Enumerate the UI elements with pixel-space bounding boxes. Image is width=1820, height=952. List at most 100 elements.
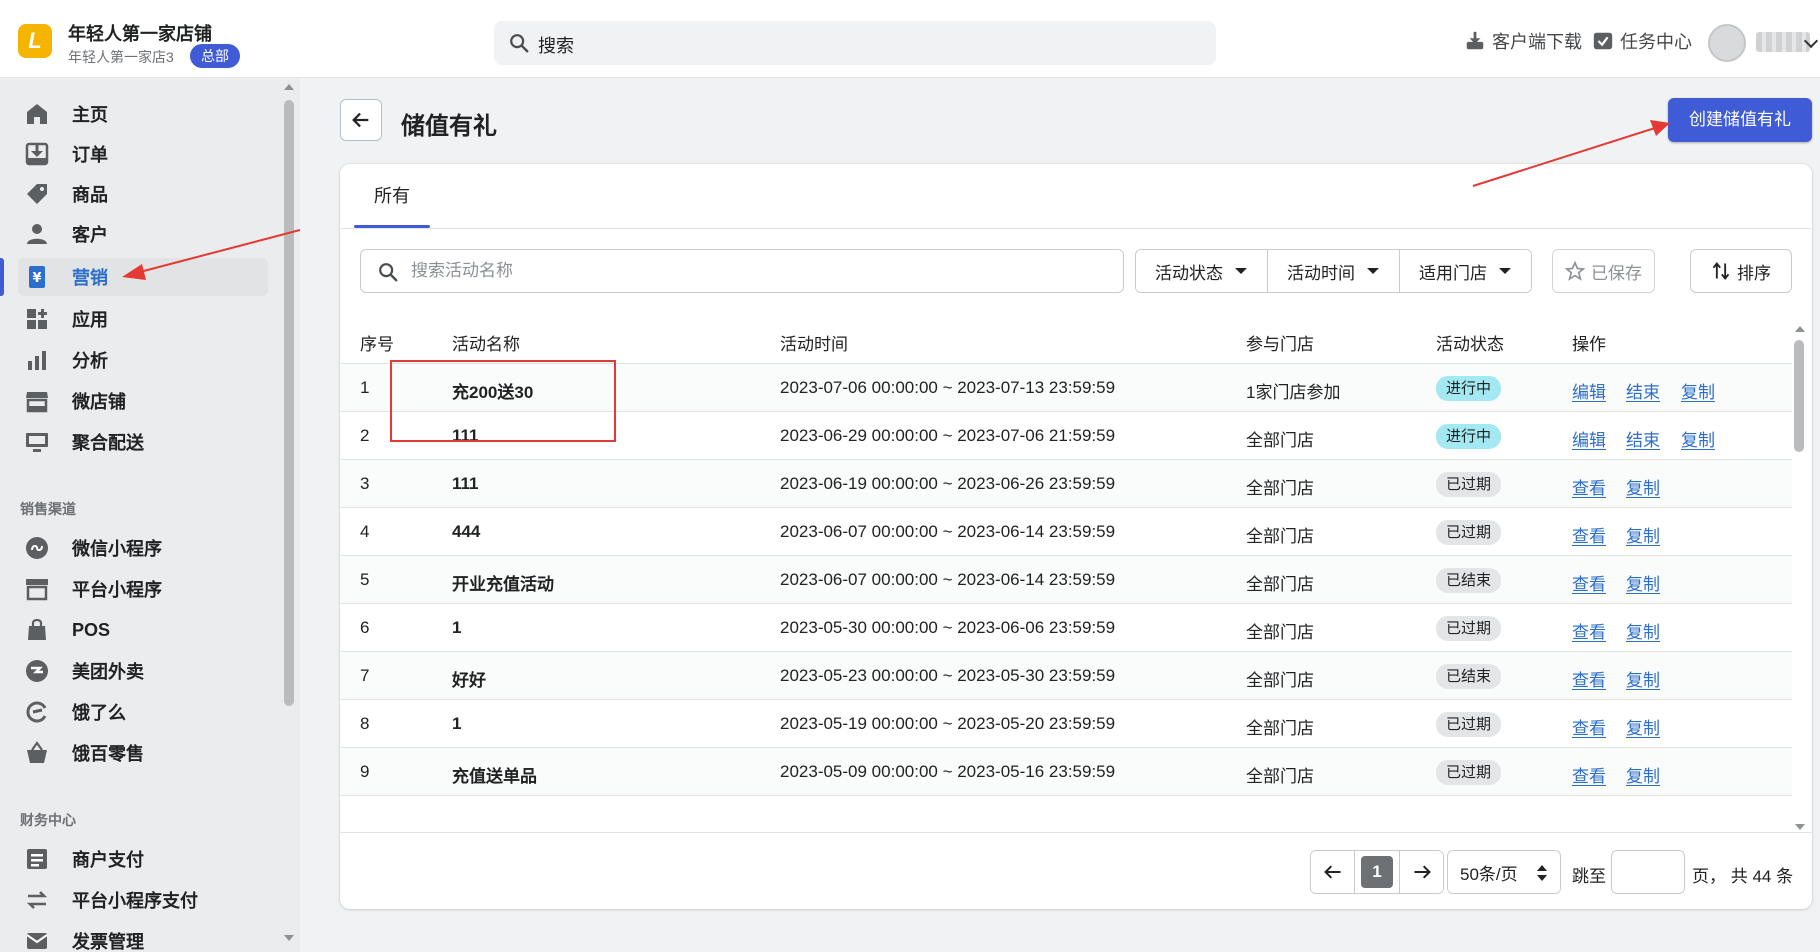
per-page-value: 50条/页 <box>1460 864 1518 884</box>
top-bar: L 年轻人第一家店铺 年轻人第一家店3 总部 搜索 客户端下载 任务中心 <box>0 0 1820 78</box>
sidebar-item-orders[interactable]: 订单 <box>18 135 268 173</box>
copy-link[interactable]: 复制 <box>1626 762 1660 787</box>
sidebar-scroll-thumb[interactable] <box>284 100 294 706</box>
view-link[interactable]: 查看 <box>1572 522 1606 547</box>
filter-label: 活动状态 <box>1155 263 1223 283</box>
scroll-down-arrow-icon[interactable] <box>284 935 294 941</box>
sidebar-item-wechat-miniapp[interactable]: 微信小程序 <box>18 529 268 567</box>
sidebar-item-platform-pay[interactable]: 平台小程序支付 <box>18 881 268 919</box>
caret-down-icon <box>1499 268 1511 274</box>
invoice-icon <box>24 928 50 952</box>
edit-link[interactable]: 编辑 <box>1572 378 1606 403</box>
view-link[interactable]: 查看 <box>1572 666 1606 691</box>
sidebar-item-meituan[interactable]: 美团外卖 <box>18 652 268 690</box>
activity-search-input[interactable] <box>411 258 1101 284</box>
sidebar-item-customers[interactable]: 客户 <box>18 215 268 253</box>
svg-text:¥: ¥ <box>32 271 41 286</box>
sidebar-item-store[interactable]: 微店铺 <box>18 382 268 420</box>
home-icon <box>24 101 50 127</box>
tab-all[interactable]: 所有 <box>354 164 430 228</box>
task-center-link[interactable]: 任务中心 <box>1592 28 1692 54</box>
row-store: 全部门店 <box>1246 623 1314 642</box>
status-badge: 已结束 <box>1436 664 1502 689</box>
per-page-select[interactable]: 50条/页 <box>1447 850 1561 894</box>
row-store: 1家门店参加 <box>1246 383 1341 402</box>
page-title: 储值有礼 <box>401 113 497 140</box>
copy-link[interactable]: 复制 <box>1681 426 1715 451</box>
end-link[interactable]: 结束 <box>1626 378 1660 403</box>
edit-link[interactable]: 编辑 <box>1572 426 1606 451</box>
jump-to-page-input[interactable] <box>1611 850 1685 894</box>
sidebar-item-analytics[interactable]: 分析 <box>18 341 268 379</box>
copy-link[interactable]: 复制 <box>1626 618 1660 643</box>
active-nav-indicator <box>0 258 4 296</box>
sort-label: 排序 <box>1737 263 1771 283</box>
platform-miniapp-icon <box>24 576 50 602</box>
view-link[interactable]: 查看 <box>1572 714 1606 739</box>
view-link[interactable]: 查看 <box>1572 618 1606 643</box>
row-name: 1 <box>452 618 462 637</box>
view-link[interactable]: 查看 <box>1572 762 1606 787</box>
filter-status-button[interactable]: 活动状态 <box>1136 250 1268 292</box>
app-logo[interactable]: L <box>18 24 52 58</box>
column-header-status: 活动状态 <box>1436 335 1504 354</box>
end-link[interactable]: 结束 <box>1626 426 1660 451</box>
current-page-button[interactable]: 1 <box>1361 856 1393 888</box>
prev-page-button[interactable] <box>1311 851 1355 893</box>
sidebar-item-marketing[interactable]: ¥ 营销 <box>18 258 268 296</box>
sidebar-item-merchant-pay[interactable]: 商户支付 <box>18 840 268 878</box>
saved-button[interactable]: 已保存 <box>1552 249 1655 293</box>
sidebar-item-products[interactable]: 商品 <box>18 175 268 213</box>
next-page-button[interactable] <box>1399 851 1443 893</box>
sidebar-item-label: 饿百零售 <box>72 744 144 764</box>
copy-link[interactable]: 复制 <box>1626 474 1660 499</box>
row-no: 3 <box>360 474 370 493</box>
sales-channels-title: 销售渠道 <box>20 501 76 517</box>
copy-link[interactable]: 复制 <box>1626 666 1660 691</box>
activity-search-field[interactable] <box>360 249 1124 293</box>
sidebar-item-delivery[interactable]: 聚合配送 <box>18 423 268 461</box>
sidebar-item-eleme[interactable]: 饿了么 <box>18 693 268 731</box>
sidebar-item-invoice[interactable]: 发票管理 <box>18 922 268 952</box>
shop-name[interactable]: 年轻人第一家店铺 <box>68 20 212 46</box>
global-search-text: 搜索 <box>538 36 574 56</box>
filter-store-button[interactable]: 适用门店 <box>1400 250 1531 292</box>
copy-link[interactable]: 复制 <box>1626 522 1660 547</box>
status-badge: 已过期 <box>1436 616 1502 641</box>
row-no: 6 <box>360 618 370 637</box>
copy-link[interactable]: 复制 <box>1626 714 1660 739</box>
sidebar-item-apps[interactable]: 应用 <box>18 300 268 338</box>
column-header-store: 参与门店 <box>1246 335 1314 354</box>
sidebar-item-home[interactable]: 主页 <box>18 95 268 133</box>
sidebar-item-label: 聚合配送 <box>72 433 144 453</box>
back-button[interactable] <box>340 99 382 141</box>
view-link[interactable]: 查看 <box>1572 570 1606 595</box>
sidebar-item-pos[interactable]: POS <box>18 611 268 649</box>
row-name: 444 <box>452 522 481 541</box>
row-store: 全部门店 <box>1246 575 1314 594</box>
create-stored-value-gift-button[interactable]: 创建储值有礼 <box>1668 98 1812 142</box>
sidebar-item-ebai[interactable]: 饿百零售 <box>18 734 268 772</box>
scroll-up-arrow-icon[interactable] <box>1795 326 1805 332</box>
filter-group: 活动状态 活动时间 适用门店 <box>1135 249 1532 293</box>
row-name: 开业充值活动 <box>452 575 554 594</box>
client-download-link[interactable]: 客户端下载 <box>1464 28 1582 54</box>
row-time: 2023-07-06 00:00:00 ~ 2023-07-13 23:59:5… <box>780 378 1116 397</box>
view-link[interactable]: 查看 <box>1572 474 1606 499</box>
table-scroll-thumb[interactable] <box>1794 340 1804 452</box>
table-row: 8 1 2023-05-19 00:00:00 ~ 2023-05-20 23:… <box>340 700 1792 748</box>
user-name[interactable] <box>1756 32 1810 52</box>
sort-button[interactable]: 排序 <box>1690 249 1792 293</box>
sidebar-item-platform-miniapp[interactable]: 平台小程序 <box>18 570 268 608</box>
global-search[interactable]: 搜索 <box>494 21 1216 65</box>
scroll-up-arrow-icon[interactable] <box>284 84 294 90</box>
status-badge: 已过期 <box>1436 472 1502 497</box>
filter-time-button[interactable]: 活动时间 <box>1268 250 1400 292</box>
copy-link[interactable]: 复制 <box>1681 378 1715 403</box>
scroll-down-arrow-icon[interactable] <box>1795 824 1805 830</box>
row-store: 全部门店 <box>1246 479 1314 498</box>
copy-link[interactable]: 复制 <box>1626 570 1660 595</box>
row-no: 1 <box>360 378 370 397</box>
row-time: 2023-06-19 00:00:00 ~ 2023-06-26 23:59:5… <box>780 474 1116 493</box>
user-avatar[interactable] <box>1708 24 1746 62</box>
